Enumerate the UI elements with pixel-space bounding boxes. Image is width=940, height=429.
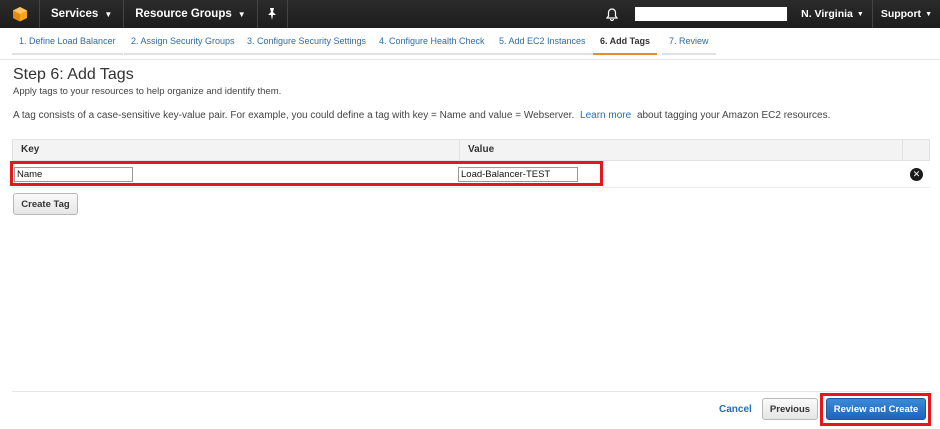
wizard-steps: 1. Define Load Balancer 2. Assign Securi… xyxy=(0,28,940,60)
aws-cube-icon xyxy=(12,7,27,22)
notifications-button[interactable] xyxy=(597,7,627,21)
top-nav-bar: Services ▼ Resource Groups ▼ N. Virginia… xyxy=(0,0,940,28)
chevron-down-icon: ▼ xyxy=(237,9,246,19)
services-menu[interactable]: Services ▼ xyxy=(40,0,125,28)
remove-tag-icon[interactable]: ✕ xyxy=(910,168,923,181)
step-configure-security-settings[interactable]: 3. Configure Security Settings xyxy=(240,33,374,55)
account-menu[interactable] xyxy=(635,7,788,21)
step-assign-security-groups[interactable]: 2. Assign Security Groups xyxy=(124,33,242,55)
key-column-header: Key xyxy=(13,140,460,160)
resource-groups-menu[interactable]: Resource Groups ▼ xyxy=(124,0,258,28)
previous-button[interactable]: Previous xyxy=(762,398,818,420)
support-label: Support xyxy=(880,8,922,20)
value-column-header: Value xyxy=(460,140,903,160)
page-subtitle: Apply tags to your resources to help org… xyxy=(13,86,282,97)
tags-table-header: Key Value xyxy=(12,139,930,161)
step-configure-health-check[interactable]: 4. Configure Health Check xyxy=(372,33,492,55)
services-label: Services xyxy=(51,8,99,20)
pin-shortcut-button[interactable] xyxy=(258,0,288,28)
support-menu[interactable]: Support ▼ xyxy=(873,0,940,28)
chevron-down-icon: ▼ xyxy=(104,9,113,19)
description-text: A tag consists of a case-sensitive key-v… xyxy=(13,110,575,121)
cancel-link[interactable]: Cancel xyxy=(719,404,752,415)
footer-divider xyxy=(12,391,930,392)
region-menu[interactable]: N. Virginia ▼ xyxy=(793,0,873,28)
bell-icon xyxy=(606,7,619,21)
aws-logo[interactable] xyxy=(0,0,40,28)
region-label: N. Virginia xyxy=(801,8,853,20)
step-add-ec2-instances[interactable]: 5. Add EC2 Instances xyxy=(492,33,593,55)
step-add-tags[interactable]: 6. Add Tags xyxy=(593,33,658,55)
description-text-end: about tagging your Amazon EC2 resources. xyxy=(636,110,831,121)
step-define-load-balancer[interactable]: 1. Define Load Balancer xyxy=(12,33,123,55)
chevron-down-icon: ▼ xyxy=(856,10,864,18)
chevron-down-icon: ▼ xyxy=(925,10,932,18)
tag-description: A tag consists of a case-sensitive key-v… xyxy=(13,110,830,121)
pin-icon xyxy=(268,8,277,20)
annotation-highlight-tag-row xyxy=(10,161,603,186)
annotation-highlight-review-button xyxy=(820,393,931,426)
resource-groups-label: Resource Groups xyxy=(135,8,232,20)
create-tag-button[interactable]: Create Tag xyxy=(13,193,78,215)
learn-more-link[interactable]: Learn more xyxy=(580,110,631,121)
step-review[interactable]: 7. Review xyxy=(662,33,716,55)
page-title: Step 6: Add Tags xyxy=(13,66,134,83)
